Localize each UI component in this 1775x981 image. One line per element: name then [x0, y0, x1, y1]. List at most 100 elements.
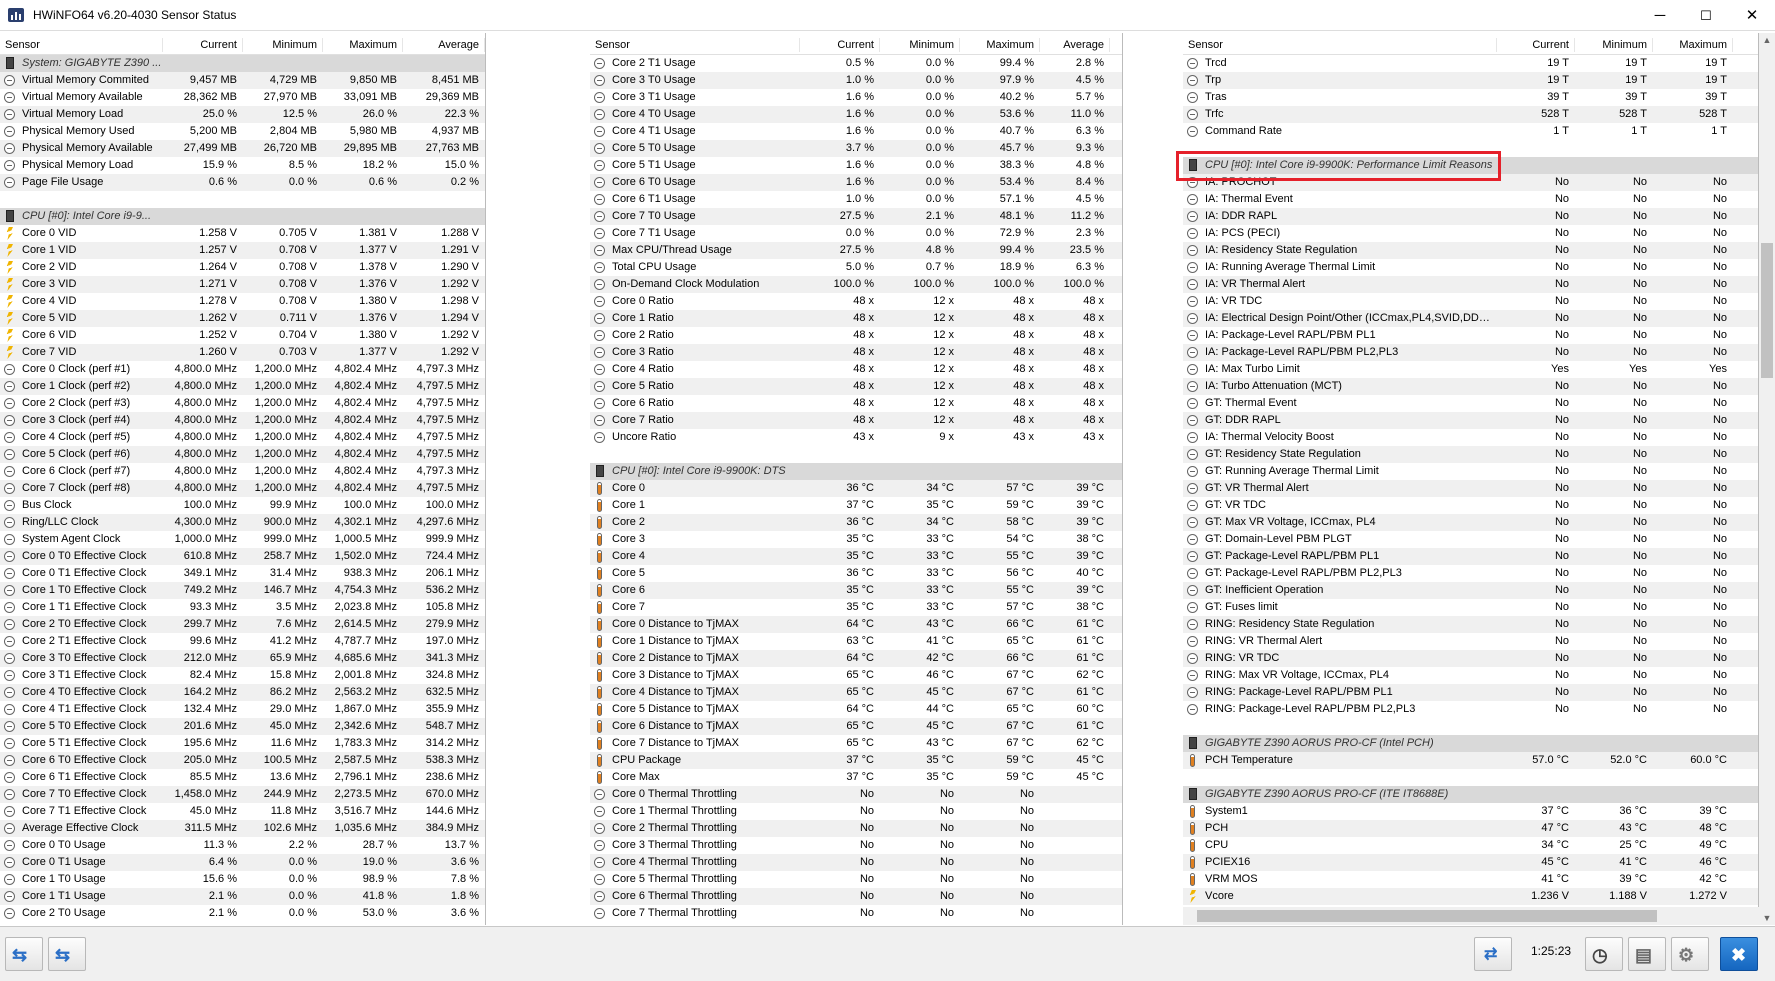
header-minimum[interactable]: Minimum	[880, 38, 960, 52]
sensor-row[interactable]: Core 0 VID 1.258 V 0.705 V 1.381 V 1.288 V	[0, 225, 485, 242]
sensor-row[interactable]: GT: VR Thermal Alert No No No	[1183, 480, 1758, 497]
sensor-row[interactable]: Core 7 Clock (perf #8) 4,800.0 MHz 1,200.0…	[0, 480, 485, 497]
header-maximum[interactable]: Maximum	[323, 38, 403, 52]
minimize-button[interactable]: ─	[1637, 0, 1683, 31]
sensor-row[interactable]: Core 0 T1 Effective Clock 349.1 MHz 31.4 M…	[0, 565, 485, 582]
sensor-row[interactable]: System1 37 °C 36 °C 39 °C	[1183, 803, 1758, 820]
scroll-down-arrow-icon[interactable]: ▼	[1759, 911, 1775, 925]
sensor-row[interactable]: Core 5 Distance to TjMAX 64 °C 44 °C 65 °C 6…	[590, 701, 1122, 718]
sensor-row[interactable]: GT: Max VR Voltage, ICCmax, PL4 No No No	[1183, 514, 1758, 531]
sensor-pane-3[interactable]: Sensor Current Minimum Maximum Trcd 19 T 19 T 1…	[1183, 33, 1759, 907]
sensor-row[interactable]: Page File Usage 0.6 % 0.0 % 0.6 % 0.2 %	[0, 174, 485, 191]
collapse-columns-button[interactable]: ⇆	[48, 937, 86, 971]
sensor-row[interactable]: RING: Package-Level RAPL/PBM PL1 No No No	[1183, 684, 1758, 701]
sensor-row[interactable]: Core 1 T0 Usage 15.6 % 0.0 % 98.9 % 7.8 %	[0, 871, 485, 888]
sensor-row[interactable]: GT: VR TDC No No No	[1183, 497, 1758, 514]
sensor-row[interactable]: RING: VR TDC No No No	[1183, 650, 1758, 667]
sensor-row[interactable]: Command Rate 1 T 1 T 1 T	[1183, 123, 1758, 140]
sensor-row[interactable]: Core 4 T1 Effective Clock 132.4 MHz 29.0 M…	[0, 701, 485, 718]
sensor-row[interactable]: Core 1 37 °C 35 °C 59 °C 39 °C	[590, 497, 1122, 514]
sensor-row[interactable]: On-Demand Clock Modulation 100.0 % 100.0 %…	[590, 276, 1122, 293]
sensor-row[interactable]: Core 5 Clock (perf #6) 4,800.0 MHz 1,200.0…	[0, 446, 485, 463]
sensor-row[interactable]: Tras 39 T 39 T 39 T	[1183, 89, 1758, 106]
sensor-row[interactable]: Vcore 1.236 V 1.188 V 1.272 V	[1183, 888, 1758, 905]
header-minimum[interactable]: Minimum	[1575, 38, 1653, 52]
sensor-row[interactable]: Core 5 T0 Effective Clock 201.6 MHz 45.0 M…	[0, 718, 485, 735]
sensor-row[interactable]: Core 3 T0 Effective Clock 212.0 MHz 65.9 M…	[0, 650, 485, 667]
horizontal-scrollbar[interactable]	[1183, 907, 1759, 925]
sensor-row[interactable]: GT: Inefficient Operation No No No	[1183, 582, 1758, 599]
sensor-row[interactable]: Core 3 VID 1.271 V 0.708 V 1.376 V 1.292 V	[0, 276, 485, 293]
sensor-row[interactable]: RING: VR Thermal Alert No No No	[1183, 633, 1758, 650]
sensor-row[interactable]: Physical Memory Load 15.9 % 8.5 % 18.2 % 15.…	[0, 157, 485, 174]
sensor-row[interactable]: Core 0 T0 Usage 11.3 % 2.2 % 28.7 % 13.7 %	[0, 837, 485, 854]
sensor-row[interactable]: IA: PROCHOT No No No	[1183, 174, 1758, 191]
group-header-row[interactable]: CPU [#0]: Intel Core i9-9900K: DTS	[590, 463, 1122, 480]
sensor-row[interactable]: GT: DDR RAPL No No No	[1183, 412, 1758, 429]
sensor-row[interactable]: GT: Thermal Event No No No	[1183, 395, 1758, 412]
sensor-row[interactable]: Core 2 Clock (perf #3) 4,800.0 MHz 1,200.0…	[0, 395, 485, 412]
header-maximum[interactable]: Maximum	[960, 38, 1040, 52]
sensor-row[interactable]: CPU 34 °C 25 °C 49 °C	[1183, 837, 1758, 854]
sensor-row[interactable]: RING: Max VR Voltage, ICCmax, PL4 No No No	[1183, 667, 1758, 684]
sensor-row[interactable]: Core 1 VID 1.257 V 0.708 V 1.377 V 1.291 V	[0, 242, 485, 259]
horizontal-scrollbar-thumb[interactable]	[1197, 910, 1657, 922]
sensor-row[interactable]: Core 4 Ratio 48 x 12 x 48 x 48 x	[590, 361, 1122, 378]
vertical-scrollbar[interactable]: ▲ ▼	[1759, 33, 1775, 925]
sensor-row[interactable]: Core 4 Distance to TjMAX 65 °C 45 °C 67 °C 6…	[590, 684, 1122, 701]
sensor-row[interactable]: Bus Clock 100.0 MHz 99.9 MHz 100.0 MHz 100.0…	[0, 497, 485, 514]
sensor-row[interactable]: RING: Residency State Regulation No No No	[1183, 616, 1758, 633]
sensor-row[interactable]: IA: Max Turbo Limit Yes Yes Yes	[1183, 361, 1758, 378]
sensor-row[interactable]: Physical Memory Used 5,200 MB 2,804 MB 5,98…	[0, 123, 485, 140]
sensor-row[interactable]: Core 7 T1 Effective Clock 45.0 MHz 11.8 MH…	[0, 803, 485, 820]
sensor-row[interactable]: GT: Package-Level RAPL/PBM PL2,PL3 No No No	[1183, 565, 1758, 582]
sensor-row[interactable]: Core 6 Ratio 48 x 12 x 48 x 48 x	[590, 395, 1122, 412]
group-header-row[interactable]: CPU [#0]: Intel Core i9-9...	[0, 208, 485, 225]
sensor-row[interactable]: IA: Electrical Design Point/Other (ICCma…	[1183, 310, 1758, 327]
sensor-row[interactable]: Core 5 T1 Effective Clock 195.6 MHz 11.6 M…	[0, 735, 485, 752]
sensor-row[interactable]: System Agent Clock 1,000.0 MHz 999.0 MHz 1,…	[0, 531, 485, 548]
sensor-row[interactable]: Core 2 T1 Effective Clock 99.6 MHz 41.2 MH…	[0, 633, 485, 650]
report-button[interactable]: ▤	[1628, 937, 1666, 971]
sensor-row[interactable]: Core 4 T0 Effective Clock 164.2 MHz 86.2 M…	[0, 684, 485, 701]
sensor-row[interactable]: Core 1 Thermal Throttling No No No	[590, 803, 1122, 820]
sensor-row[interactable]: Core 3 T1 Effective Clock 82.4 MHz 15.8 MH…	[0, 667, 485, 684]
sensor-row[interactable]: Core 6 35 °C 33 °C 55 °C 39 °C	[590, 582, 1122, 599]
sensor-row[interactable]: Core 6 T1 Usage 1.0 % 0.0 % 57.1 % 4.5 %	[590, 191, 1122, 208]
sensor-row[interactable]: Ring/LLC Clock 4,300.0 MHz 900.0 MHz 4,302.…	[0, 514, 485, 531]
group-header-row[interactable]: CPU [#0]: Intel Core i9-9900K: Performan…	[1183, 157, 1758, 174]
sensor-row[interactable]: Core 5 Thermal Throttling No No No	[590, 871, 1122, 888]
sensor-row[interactable]: Core 1 Ratio 48 x 12 x 48 x 48 x	[590, 310, 1122, 327]
header-current[interactable]: Current	[163, 38, 243, 52]
group-header-row[interactable]: System: GIGABYTE Z390 ...	[0, 55, 485, 72]
sensor-row[interactable]: Core 4 VID 1.278 V 0.708 V 1.380 V 1.298 V	[0, 293, 485, 310]
header-sensor[interactable]: Sensor	[1183, 38, 1497, 52]
header-sensor[interactable]: Sensor	[590, 38, 800, 52]
sensor-row[interactable]: Core 4 Thermal Throttling No No No	[590, 854, 1122, 871]
sensor-row[interactable]: Core 4 T0 Usage 1.6 % 0.0 % 53.6 % 11.0 %	[590, 106, 1122, 123]
sensor-row[interactable]: GT: Residency State Regulation No No No	[1183, 446, 1758, 463]
header-average[interactable]: Average	[1040, 38, 1110, 52]
sensor-row[interactable]: RING: Package-Level RAPL/PBM PL2,PL3 No No…	[1183, 701, 1758, 718]
sensor-row[interactable]: GT: Domain-Level PBM PLGT No No No	[1183, 531, 1758, 548]
sensor-row[interactable]: Core 7 T0 Effective Clock 1,458.0 MHz 244.…	[0, 786, 485, 803]
sensor-row[interactable]: Core 0 Clock (perf #1) 4,800.0 MHz 1,200.0…	[0, 361, 485, 378]
sensor-row[interactable]: Core 2 Distance to TjMAX 64 °C 42 °C 66 °C 6…	[590, 650, 1122, 667]
sensor-row[interactable]: Trp 19 T 19 T 19 T	[1183, 72, 1758, 89]
sensor-row[interactable]: IA: PCS (PECI) No No No	[1183, 225, 1758, 242]
sensor-row[interactable]: IA: DDR RAPL No No No	[1183, 208, 1758, 225]
scroll-up-arrow-icon[interactable]: ▲	[1759, 33, 1775, 47]
sensor-row[interactable]: Core 7 Thermal Throttling No No No	[590, 905, 1122, 922]
sensor-row[interactable]: Core 7 Distance to TjMAX 65 °C 43 °C 67 °C 6…	[590, 735, 1122, 752]
sensor-row[interactable]: Physical Memory Available 27,499 MB 26,720…	[0, 140, 485, 157]
sensor-row[interactable]: Core 3 Distance to TjMAX 65 °C 46 °C 67 °C 6…	[590, 667, 1122, 684]
sensor-row[interactable]: IA: Package-Level RAPL/PBM PL2,PL3 No No No	[1183, 344, 1758, 361]
header-current[interactable]: Current	[1497, 38, 1575, 52]
sensor-row[interactable]: Core 6 Clock (perf #7) 4,800.0 MHz 1,200.0…	[0, 463, 485, 480]
sensor-row[interactable]: PCH 47 °C 43 °C 48 °C	[1183, 820, 1758, 837]
sensor-row[interactable]: PCIEX16 45 °C 41 °C 46 °C	[1183, 854, 1758, 871]
sensor-row[interactable]: Core 4 35 °C 33 °C 55 °C 39 °C	[590, 548, 1122, 565]
sensor-row[interactable]: Core 3 T0 Usage 1.0 % 0.0 % 97.9 % 4.5 %	[590, 72, 1122, 89]
sensor-row[interactable]: Core 0 Thermal Throttling No No No	[590, 786, 1122, 803]
header-average[interactable]: Average	[403, 38, 485, 52]
